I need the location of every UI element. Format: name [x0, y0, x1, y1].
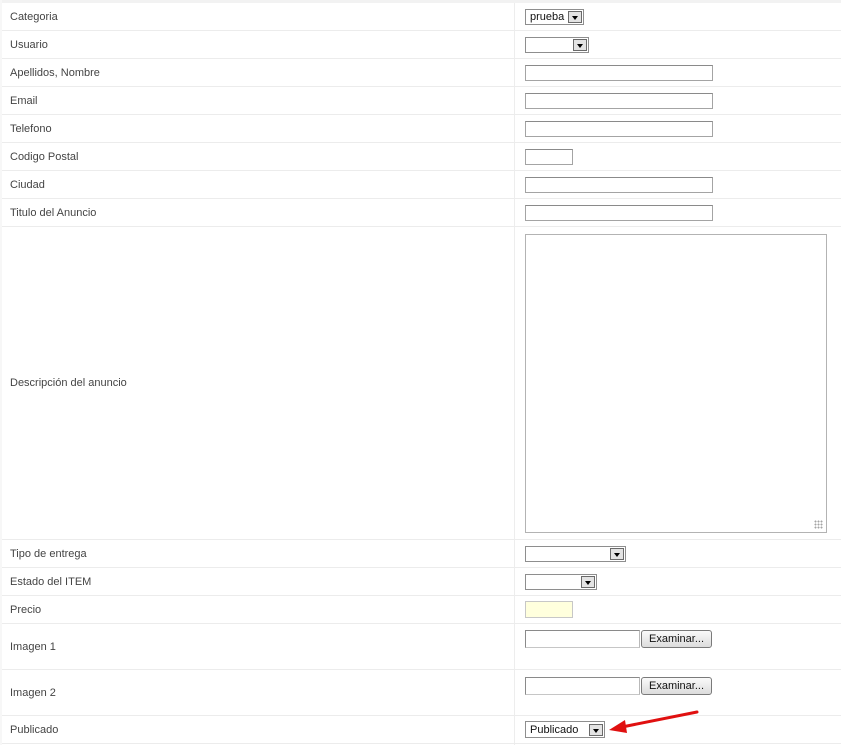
imagen-1-filename[interactable]: [525, 630, 640, 648]
row-categoria: [2, 3, 841, 31]
label-ciudad: Ciudad: [10, 179, 45, 191]
imagen-1-browse-button[interactable]: Examinar...: [641, 630, 712, 648]
label-estado-item: Estado del ITEM: [10, 576, 92, 588]
row-telefono: [2, 115, 841, 143]
imagen-2-browse-button[interactable]: Examinar...: [641, 677, 712, 695]
estado-item-select[interactable]: [525, 574, 597, 590]
publicado-select[interactable]: Publicado: [525, 721, 605, 738]
label-titulo: Titulo del Anuncio: [10, 207, 97, 219]
row-imagen-1: [2, 624, 841, 670]
arrow-head: [609, 720, 627, 733]
row-publicado: [2, 716, 841, 744]
descripcion-textarea[interactable]: [525, 234, 827, 533]
row-imagen-2: [2, 670, 841, 716]
form-container: Categoria prueba Usuario Apellidos, Nomb…: [0, 0, 841, 745]
row-ciudad: [2, 171, 841, 199]
chevron-down-icon[interactable]: [610, 548, 624, 560]
telefono-input[interactable]: [525, 121, 713, 137]
label-usuario: Usuario: [10, 39, 48, 51]
chevron-down-icon[interactable]: [581, 576, 595, 588]
row-usuario: [2, 31, 841, 59]
precio-input[interactable]: [525, 601, 573, 618]
titulo-input[interactable]: [525, 205, 713, 221]
label-imagen-2: Imagen 2: [10, 687, 56, 699]
chevron-down-icon[interactable]: [568, 11, 582, 23]
arrow-shaft: [620, 710, 699, 729]
label-publicado: Publicado: [10, 724, 59, 736]
imagen-2-filename[interactable]: [525, 677, 640, 695]
row-codigo-postal: [2, 143, 841, 171]
categoria-select-value: prueba: [530, 11, 565, 23]
tipo-entrega-select[interactable]: [525, 546, 626, 562]
email-input[interactable]: [525, 93, 713, 109]
resize-grip-icon[interactable]: [814, 520, 823, 529]
row-tipo-entrega: [2, 540, 841, 568]
row-precio: [2, 596, 841, 624]
label-tipo-entrega: Tipo de entrega: [10, 548, 87, 560]
label-telefono: Telefono: [10, 123, 52, 135]
label-nombre: Apellidos, Nombre: [10, 67, 100, 79]
chevron-down-icon[interactable]: [589, 724, 603, 736]
chevron-down-icon[interactable]: [573, 39, 587, 51]
row-estado-item: [2, 568, 841, 596]
label-codigo-postal: Codigo Postal: [10, 151, 79, 163]
categoria-select[interactable]: prueba: [525, 9, 584, 25]
nombre-input[interactable]: [525, 65, 713, 81]
red-arrow-icon: [609, 710, 699, 733]
label-descripcion: Descripción del anuncio: [10, 377, 127, 389]
row-titulo: [2, 199, 841, 227]
label-email: Email: [10, 95, 38, 107]
ciudad-input[interactable]: [525, 177, 713, 193]
label-categoria: Categoria: [10, 11, 58, 23]
label-precio: Precio: [10, 604, 42, 616]
label-imagen-1: Imagen 1: [10, 641, 56, 653]
usuario-select[interactable]: [525, 37, 589, 53]
codigo-postal-input[interactable]: [525, 149, 573, 165]
row-email: [2, 87, 841, 115]
row-nombre: [2, 59, 841, 87]
publicado-select-value: Publicado: [530, 724, 579, 736]
